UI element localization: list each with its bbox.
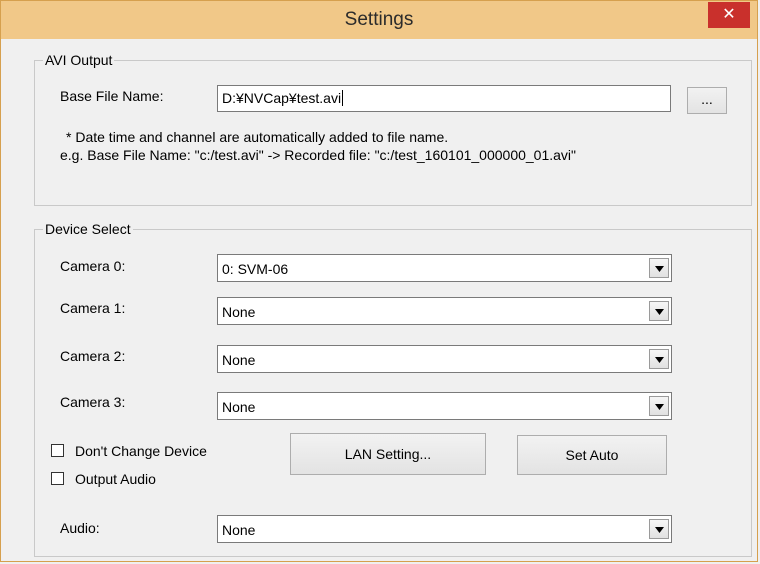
camera-3-value: None (222, 399, 256, 415)
set-auto-button-label: Set Auto (565, 447, 619, 463)
chevron-down-icon[interactable] (649, 396, 669, 416)
camera-3-label: Camera 3: (60, 394, 126, 410)
client-area: AVI Output Base File Name: D:¥NVCap¥test… (8, 39, 752, 557)
camera-1-select[interactable]: None (217, 297, 672, 325)
base-file-name-label: Base File Name: (60, 88, 164, 104)
camera-0-label: Camera 0: (60, 258, 126, 274)
dont-change-device-checkbox[interactable]: Don't Change Device (51, 442, 271, 462)
lan-setting-button[interactable]: LAN Setting... (290, 433, 486, 475)
close-icon: ✕ (722, 6, 736, 23)
audio-select[interactable]: None (217, 515, 672, 543)
chevron-down-icon[interactable] (649, 301, 669, 321)
settings-window: Settings ✕ AVI Output Base File Name: D:… (0, 0, 758, 562)
browse-button[interactable]: ... (687, 87, 727, 114)
browse-button-label: ... (701, 91, 713, 107)
title-bar[interactable]: Settings ✕ (1, 1, 757, 39)
camera-1-label: Camera 1: (60, 300, 126, 316)
filename-note-line2: e.g. Base File Name: "c:/test.avi" -> Re… (60, 147, 577, 163)
device-select-group-label: Device Select (43, 221, 133, 237)
avi-output-group: AVI Output Base File Name: D:¥NVCap¥test… (34, 52, 752, 206)
lan-setting-button-label: LAN Setting... (344, 446, 432, 462)
camera-2-value: None (222, 352, 256, 368)
close-button[interactable]: ✕ (708, 2, 750, 28)
output-audio-checkbox[interactable]: Output Audio (51, 470, 211, 490)
checkbox-box[interactable] (51, 472, 64, 485)
checkbox-box[interactable] (51, 444, 64, 457)
filename-note-line1: * Date time and channel are automaticall… (66, 129, 449, 145)
dont-change-device-label: Don't Change Device (75, 443, 207, 459)
chevron-down-icon[interactable] (649, 258, 669, 278)
camera-0-value: 0: SVM-06 (222, 261, 289, 277)
base-file-name-input[interactable]: D:¥NVCap¥test.avi (217, 85, 671, 112)
avi-output-group-label: AVI Output (43, 52, 115, 68)
camera-0-select[interactable]: 0: SVM-06 (217, 254, 672, 282)
audio-label: Audio: (60, 520, 100, 536)
device-select-group: Device Select Camera 0: 0: SVM-06 Camera… (34, 221, 752, 557)
window-title: Settings (344, 9, 414, 30)
camera-2-label: Camera 2: (60, 348, 126, 364)
chevron-down-icon[interactable] (649, 349, 669, 369)
set-auto-button[interactable]: Set Auto (517, 435, 667, 475)
audio-value: None (222, 522, 256, 538)
output-audio-label: Output Audio (75, 471, 156, 487)
camera-2-select[interactable]: None (217, 345, 672, 373)
camera-1-value: None (222, 304, 256, 320)
text-caret (342, 90, 344, 106)
chevron-down-icon[interactable] (649, 519, 669, 539)
base-file-name-value: D:¥NVCap¥test.avi (222, 90, 342, 106)
camera-3-select[interactable]: None (217, 392, 672, 420)
